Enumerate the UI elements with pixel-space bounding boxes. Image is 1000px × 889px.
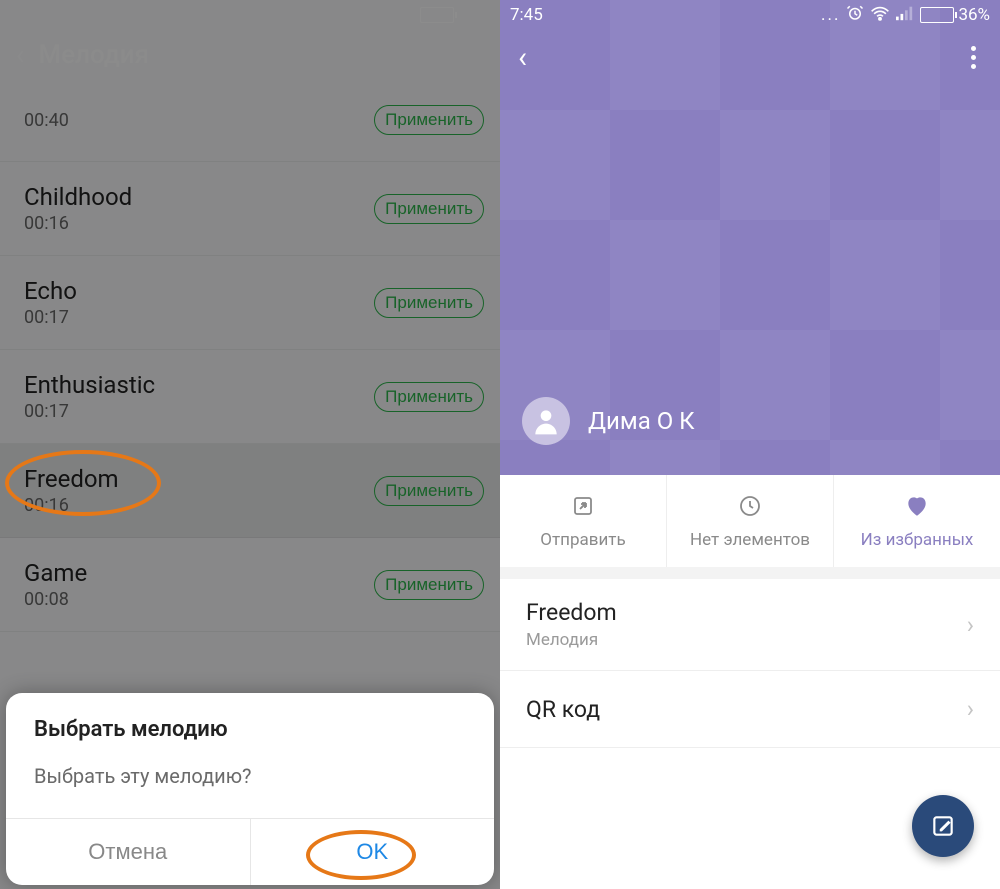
send-label: Отправить <box>540 530 625 550</box>
ringtone-label: Мелодия <box>526 630 617 650</box>
qr-row[interactable]: QR код › <box>500 671 1000 748</box>
contact-hero: 7:45 ... 36% ‹ <box>500 0 1000 475</box>
contact-identity: Дима О К <box>522 397 695 445</box>
wifi-icon <box>870 5 890 26</box>
alarm-icon <box>846 4 864 27</box>
chevron-right-icon: › <box>967 695 974 723</box>
ringtone-row[interactable]: Freedom Мелодия › <box>500 579 1000 671</box>
avatar[interactable] <box>522 397 570 445</box>
signal-icon <box>896 5 914 26</box>
chevron-right-icon: › <box>967 611 974 639</box>
ok-button[interactable]: OK <box>250 819 495 885</box>
overflow-menu-icon[interactable] <box>965 40 982 75</box>
cancel-button[interactable]: Отмена <box>6 819 250 885</box>
dialog-title: Выбрать мелодию <box>34 717 466 742</box>
recent-label: Нет элементов <box>690 530 810 550</box>
clock-icon <box>736 492 764 520</box>
send-action[interactable]: Отправить <box>500 475 667 567</box>
battery-indicator: 36% <box>920 5 990 25</box>
status-time: 7:45 <box>510 5 543 25</box>
confirm-dialog: Выбрать мелодию Выбрать эту мелодию? Отм… <box>6 693 494 885</box>
status-right: ... 36% <box>821 4 990 27</box>
edit-icon <box>930 813 956 839</box>
favorite-label: Из избранных <box>861 530 974 550</box>
battery-percent: 36% <box>958 5 990 25</box>
share-icon <box>569 492 597 520</box>
contact-name: Дима О К <box>588 407 695 435</box>
favorite-action[interactable]: Из избранных <box>834 475 1000 567</box>
contact-detail-screen: 7:45 ... 36% ‹ <box>500 0 1000 889</box>
dialog-message: Выбрать эту мелодию? <box>34 764 466 788</box>
melody-picker-screen: 7:45 ... 36% ‹ Мелодия <box>0 0 500 889</box>
more-indicator-icon: ... <box>821 5 840 25</box>
action-bar: Отправить Нет элементов Из избранных <box>500 475 1000 579</box>
status-bar: 7:45 ... 36% <box>500 0 1000 30</box>
edit-fab[interactable] <box>912 795 974 857</box>
qr-label: QR код <box>526 696 600 723</box>
heart-icon <box>903 492 931 520</box>
recent-action[interactable]: Нет элементов <box>667 475 834 567</box>
back-icon[interactable]: ‹ <box>518 40 527 75</box>
ringtone-value: Freedom <box>526 599 617 626</box>
